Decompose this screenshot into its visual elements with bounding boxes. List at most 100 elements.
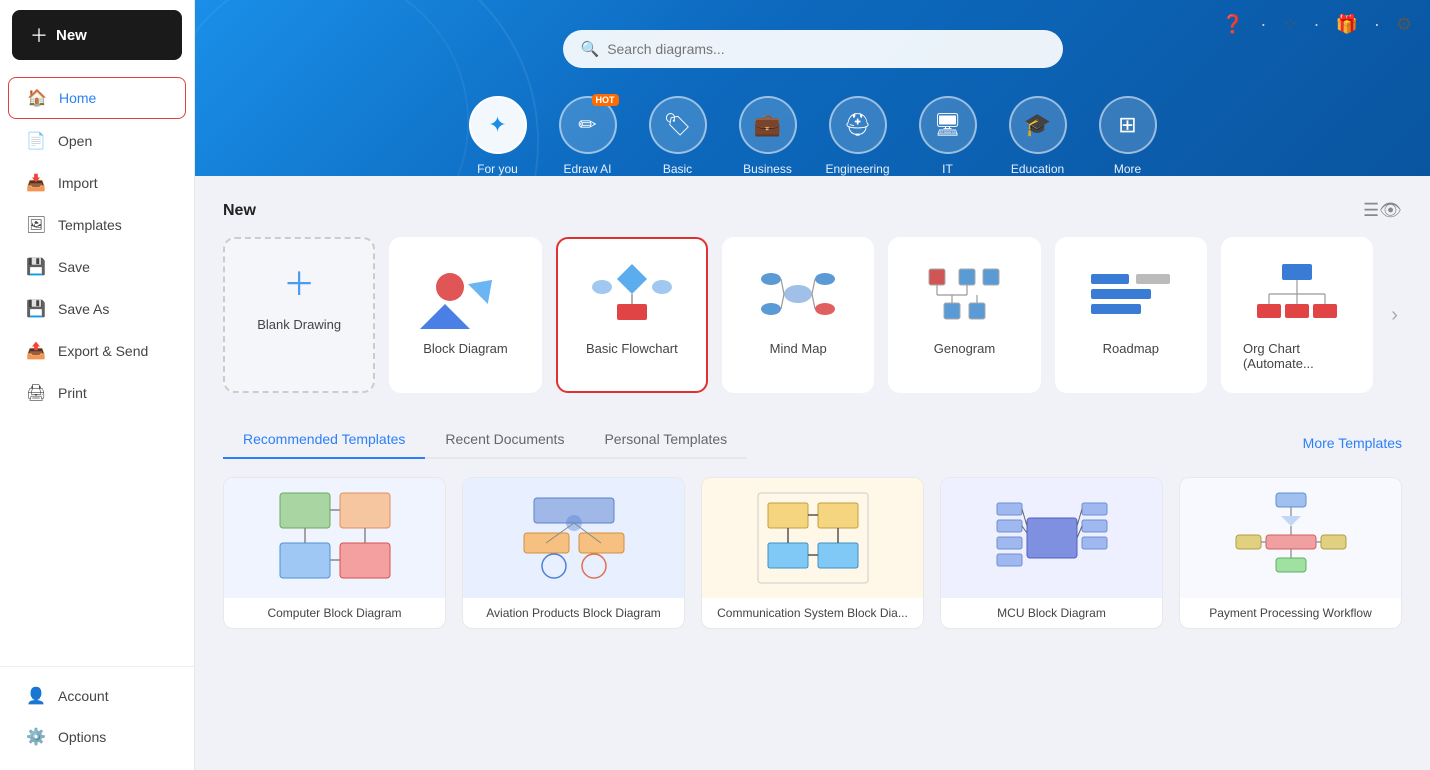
sidebar-nav: 🏠 Home 📄 Open 📥 Import 🖼 Templates 💾 Sav… <box>0 70 194 666</box>
org-chart-preview <box>1252 259 1342 329</box>
new-button[interactable]: ＋ New <box>12 10 182 60</box>
new-section-title: New <box>223 202 256 220</box>
edraw-ai-circle: ✏ HOT <box>559 96 617 154</box>
mind-map-card[interactable]: Mind Map <box>722 237 874 393</box>
home-icon: 🏠 <box>27 88 47 108</box>
category-basic[interactable]: 🏷 Basic <box>643 96 713 176</box>
roadmap-card[interactable]: Roadmap <box>1055 237 1207 393</box>
category-edraw-ai[interactable]: ✏ HOT Edraw AI <box>553 96 623 176</box>
plus-icon: ＋ <box>30 22 48 48</box>
main-content: 🔍 ✦ For you ✏ HOT Edraw AI <box>195 0 1430 770</box>
basic-flowchart-preview <box>587 259 677 329</box>
template-img-aviation <box>463 478 684 598</box>
block-diagram-card[interactable]: Block Diagram <box>389 237 541 393</box>
sidebar-saveas-label: Save As <box>58 301 109 317</box>
new-section-header: New ☰👁 <box>223 200 1402 221</box>
template-card-list: Computer Block Diagram <box>223 477 1402 629</box>
template-card-computer-block[interactable]: Computer Block Diagram <box>223 477 446 629</box>
it-label: IT <box>942 162 953 176</box>
templates-icon: 🖼 <box>26 215 46 235</box>
new-section-action[interactable]: ☰👁 <box>1363 200 1402 221</box>
tabs-row: Recommended Templates Recent Documents P… <box>223 421 1402 477</box>
search-bar[interactable]: 🔍 <box>563 30 1063 68</box>
template-label-aviation: Aviation Products Block Diagram <box>463 598 684 628</box>
sidebar-item-import[interactable]: 📥 Import <box>8 163 186 203</box>
blank-drawing-card[interactable]: ＋ Blank Drawing <box>223 237 375 393</box>
engineering-icon: ⛑ <box>844 112 872 138</box>
category-education[interactable]: 🎓 Education <box>1003 96 1073 176</box>
engineering-circle: ⛑ <box>829 96 887 154</box>
sidebar-save-label: Save <box>58 259 90 275</box>
sidebar-item-options[interactable]: ⚙️ Options <box>8 717 186 757</box>
gift-icon[interactable]: 🎁 <box>1335 14 1357 35</box>
hot-badge: HOT <box>592 94 619 106</box>
org-chart-card[interactable]: Org Chart (Automate... <box>1221 237 1373 393</box>
category-engineering[interactable]: ⛑ Engineering <box>823 96 893 176</box>
tab-recommended[interactable]: Recommended Templates <box>223 421 425 459</box>
for-you-icon: ✦ <box>488 112 506 138</box>
cards-scroll-right[interactable]: › <box>1387 237 1402 393</box>
sidebar-item-home[interactable]: 🏠 Home <box>8 77 186 119</box>
sidebar-item-save[interactable]: 💾 Save <box>8 247 186 287</box>
separator3: · <box>1374 14 1380 35</box>
topbar-icons: ❓ · ⁘ · 🎁 · ⚙ <box>1222 14 1412 35</box>
sidebar: ＋ New 🏠 Home 📄 Open 📥 Import 🖼 Templates… <box>0 0 195 770</box>
category-more[interactable]: ⊞ More <box>1093 96 1163 176</box>
block-diagram-label: Block Diagram <box>423 341 508 356</box>
sidebar-open-label: Open <box>58 133 92 149</box>
sidebar-item-print[interactable]: 🖨 Print <box>8 373 186 413</box>
template-label-computer-block: Computer Block Diagram <box>224 598 445 628</box>
tab-recent[interactable]: Recent Documents <box>425 421 584 459</box>
settings-icon[interactable]: ⚙ <box>1396 14 1412 35</box>
account-icon: 👤 <box>26 686 46 706</box>
search-input[interactable] <box>607 41 1044 57</box>
blank-plus-icon: ＋ <box>283 259 315 305</box>
tab-personal[interactable]: Personal Templates <box>584 421 747 459</box>
edraw-ai-icon: ✏ <box>578 112 596 138</box>
sidebar-item-open[interactable]: 📄 Open <box>8 121 186 161</box>
engineering-label: Engineering <box>825 162 889 176</box>
category-for-you[interactable]: ✦ For you <box>463 96 533 176</box>
sidebar-item-export[interactable]: 📤 Export & Send <box>8 331 186 371</box>
category-business[interactable]: 💼 Business <box>733 96 803 176</box>
basic-circle: 🏷 <box>649 96 707 154</box>
templates-section: Recommended Templates Recent Documents P… <box>223 421 1402 629</box>
more-circle: ⊞ <box>1099 96 1157 154</box>
blank-drawing-label: Blank Drawing <box>257 317 341 332</box>
apps-icon[interactable]: ⁘ <box>1282 14 1297 35</box>
basic-label: Basic <box>663 162 692 176</box>
options-icon: ⚙️ <box>26 727 46 747</box>
sidebar-templates-label: Templates <box>58 217 122 233</box>
template-card-mcu[interactable]: MCU Block Diagram <box>940 477 1163 629</box>
template-tabs: Recommended Templates Recent Documents P… <box>223 421 747 459</box>
sidebar-options-label: Options <box>58 729 106 745</box>
sidebar-item-templates[interactable]: 🖼 Templates <box>8 205 186 245</box>
template-card-aviation[interactable]: Aviation Products Block Diagram <box>462 477 685 629</box>
content-area: New ☰👁 ＋ Blank Drawing Block Diagram <box>195 176 1430 770</box>
open-icon: 📄 <box>26 131 46 151</box>
roadmap-preview <box>1086 259 1176 329</box>
more-templates-link[interactable]: More Templates <box>1303 435 1402 463</box>
export-icon: 📤 <box>26 341 46 361</box>
template-img-payment <box>1180 478 1401 598</box>
help-icon[interactable]: ❓ <box>1222 14 1244 35</box>
basic-flowchart-card[interactable]: Basic Flowchart <box>556 237 708 393</box>
genogram-preview <box>919 259 1009 329</box>
business-icon: 💼 <box>754 112 781 138</box>
sidebar-item-account[interactable]: 👤 Account <box>8 676 186 716</box>
for-you-circle: ✦ <box>469 96 527 154</box>
template-card-communication[interactable]: Communication System Block Dia... <box>701 477 924 629</box>
genogram-label: Genogram <box>934 341 995 356</box>
category-it[interactable]: 🖥 IT <box>913 96 983 176</box>
template-card-payment[interactable]: Payment Processing Workflow <box>1179 477 1402 629</box>
genogram-card[interactable]: Genogram <box>888 237 1040 393</box>
sidebar-export-label: Export & Send <box>58 343 148 359</box>
drawing-cards: ＋ Blank Drawing Block Diagram <box>223 237 1402 393</box>
education-circle: 🎓 <box>1009 96 1067 154</box>
separator2: · <box>1313 14 1319 35</box>
it-circle: 🖥 <box>919 96 977 154</box>
import-icon: 📥 <box>26 173 46 193</box>
org-chart-label: Org Chart (Automate... <box>1243 341 1351 371</box>
business-circle: 💼 <box>739 96 797 154</box>
sidebar-item-save-as[interactable]: 💾 Save As <box>8 289 186 329</box>
